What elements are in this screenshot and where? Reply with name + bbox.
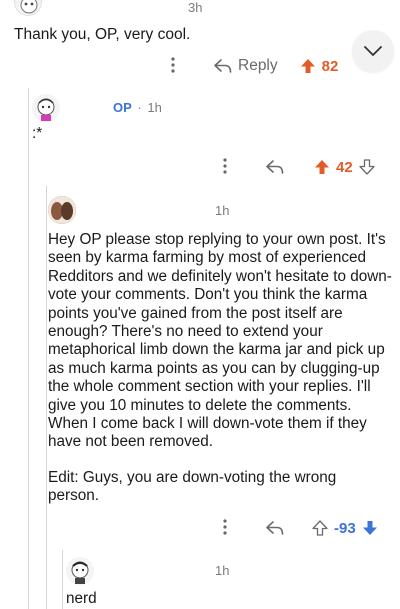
- collapse-button[interactable]: [352, 30, 394, 72]
- comment-timestamp: 1h: [147, 100, 162, 115]
- upvote-arrow-icon[interactable]: [312, 520, 328, 536]
- upvote-arrow-icon[interactable]: [314, 159, 330, 175]
- comment-actions: 42: [222, 156, 375, 178]
- reply-button[interactable]: [266, 521, 284, 535]
- reply-arrow-icon: [266, 521, 284, 535]
- downvote-arrow-icon[interactable]: [359, 159, 375, 175]
- more-options-icon[interactable]: [222, 157, 228, 177]
- chevron-down-icon: [364, 46, 382, 56]
- comment-header: OP · 1h: [113, 100, 162, 115]
- reply-arrow-icon: [266, 160, 284, 174]
- comment-body: nerd: [66, 590, 97, 607]
- comment-body: Hey OP please stop replying to your own …: [48, 231, 392, 451]
- more-options-icon[interactable]: [222, 518, 228, 538]
- more-options-icon[interactable]: [170, 56, 176, 76]
- vote-group: 82: [300, 57, 339, 75]
- avatar[interactable]: [14, 0, 42, 16]
- thread-line[interactable]: [46, 186, 47, 609]
- thread-line[interactable]: [62, 550, 63, 609]
- upvote-arrow-icon[interactable]: [300, 58, 316, 74]
- vote-score: 82: [321, 57, 339, 75]
- separator: ·: [137, 100, 142, 115]
- downvote-arrow-icon[interactable]: [362, 520, 378, 536]
- vote-group: 42: [314, 159, 375, 176]
- vote-score: 42: [336, 158, 353, 176]
- vote-group: -93: [312, 520, 378, 537]
- avatar[interactable]: [32, 94, 60, 122]
- comment-timestamp: 3h: [188, 0, 203, 15]
- comment-body: Thank you, OP, very cool.: [14, 26, 191, 43]
- op-badge[interactable]: OP: [113, 100, 132, 115]
- comment-timestamp: 1h: [215, 563, 230, 578]
- vote-score: -93: [334, 519, 356, 537]
- reply-label: Reply: [238, 57, 278, 74]
- reply-button[interactable]: Reply: [214, 57, 278, 75]
- comment-body: :*: [32, 125, 43, 142]
- reply-button[interactable]: [266, 160, 284, 174]
- reply-arrow-icon: [214, 59, 232, 73]
- comment-edit: Edit: Guys, you are down-voting the wron…: [48, 469, 337, 505]
- comment-actions: Reply 82: [170, 55, 338, 77]
- avatar[interactable]: [66, 557, 94, 585]
- comment-actions: -93: [222, 517, 378, 539]
- comment-timestamp: 1h: [215, 203, 230, 218]
- avatar[interactable]: [48, 196, 76, 224]
- thread-line[interactable]: [28, 88, 29, 609]
